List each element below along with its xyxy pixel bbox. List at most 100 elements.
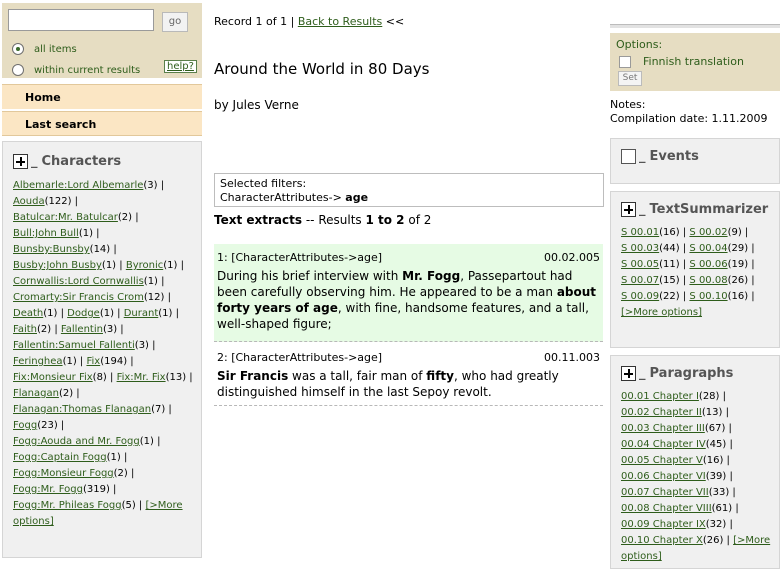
list-item: S 00.09(22) <box>621 291 680 302</box>
list-item-count: (32) <box>705 519 727 530</box>
list-item-count: (61) <box>711 503 733 514</box>
list-item-link[interactable]: Bull:John Bull <box>13 228 79 239</box>
radio-all-items[interactable]: all items <box>12 43 77 55</box>
events-header[interactable]: _ Events <box>621 147 779 165</box>
list-item-link[interactable]: S 00.02 <box>689 227 727 238</box>
list-item-link[interactable]: Fix <box>86 356 100 367</box>
list-item-link[interactable]: S 00.03 <box>621 243 659 254</box>
list-item-count: (2) <box>117 212 133 223</box>
radio-within-results-control[interactable] <box>12 64 24 76</box>
help-link[interactable]: help? <box>164 60 197 73</box>
extract-tag: 1: [CharacterAttributes->age] <box>217 251 383 264</box>
extract-body: During his brief interview with Mr. Fogg… <box>217 268 600 332</box>
results-total: of 2 <box>408 213 432 227</box>
list-item-count: (319) <box>82 484 110 495</box>
list-item: 00.10 Chapter X(26) <box>621 535 723 546</box>
list-item-link[interactable]: 00.09 Chapter IX <box>621 519 706 530</box>
list-item-link[interactable]: S 00.05 <box>621 259 659 270</box>
expand-plus-icon[interactable] <box>621 365 636 381</box>
go-button[interactable]: go <box>162 12 188 32</box>
list-item-link[interactable]: S 00.04 <box>689 243 727 254</box>
list-item-link[interactable]: S 00.01 <box>621 227 659 238</box>
list-item-link[interactable]: Fogg:Mr. Phileas Fogg <box>13 500 122 511</box>
list-item-link[interactable]: Batulcar:Mr. Batulcar <box>13 212 118 223</box>
list-item-link[interactable]: Fix:Monsieur Fix <box>13 372 93 383</box>
text-extract: 2: [CharacterAttributes->age] 00.11.003 … <box>214 344 603 406</box>
list-item-link[interactable]: Fogg:Mr. Fogg <box>13 484 83 495</box>
list-item-link[interactable]: 00.03 Chapter III <box>621 423 705 434</box>
list-item-link[interactable]: Cromarty:Sir Francis Crom <box>13 292 144 303</box>
paragraphs-header[interactable]: _ Paragraphs <box>621 364 779 382</box>
characters-header[interactable]: _ Characters <box>13 152 201 170</box>
extract-meta: 1: [CharacterAttributes->age] 00.02.005 <box>217 250 600 266</box>
list-item: 00.04 Chapter IV(45) <box>621 439 726 450</box>
list-item: Fogg:Aouda and Mr. Fogg(1) <box>13 436 154 447</box>
list-item-link[interactable]: Flanagan:Thomas Flanagan <box>13 404 151 415</box>
list-item-link[interactable]: Death <box>13 308 43 319</box>
list-item-link[interactable]: S 00.08 <box>689 275 727 286</box>
nav-last-search[interactable]: Last search <box>2 111 202 136</box>
list-item-link[interactable]: 00.08 Chapter VIII <box>621 503 712 514</box>
expand-plus-icon[interactable] <box>13 153 28 169</box>
list-item: Bunsby:Bunsby(14) <box>13 244 110 255</box>
list-item-count: (1) <box>139 436 154 447</box>
list-item-link[interactable]: Fallentin:Samuel Fallenti <box>13 340 135 351</box>
list-item-link[interactable]: 00.04 Chapter IV <box>621 439 706 450</box>
results-sep: -- Results <box>305 213 362 227</box>
list-item-link[interactable]: 00.01 Chapter I <box>621 391 699 402</box>
list-item-link[interactable]: Durant <box>124 308 159 319</box>
list-item-link[interactable]: Flanagan <box>13 388 59 399</box>
list-item-link[interactable]: Fogg:Captain Fogg <box>13 452 107 463</box>
nav-home[interactable]: Home <box>2 84 202 109</box>
list-item-link[interactable]: Fogg:Aouda and Mr. Fogg <box>13 436 140 447</box>
list-item-link[interactable]: Bunsby:Bunsby <box>13 244 90 255</box>
list-item-link[interactable]: Fogg:Monsieur Fogg <box>13 468 114 479</box>
search-input[interactable] <box>8 9 154 31</box>
list-item-link[interactable]: 00.07 Chapter VII <box>621 487 709 498</box>
finnish-translation-option[interactable]: Finnish translation <box>616 55 774 68</box>
list-item-link[interactable]: Aouda <box>13 196 45 207</box>
list-item-count: (67) <box>704 423 726 434</box>
list-item-link[interactable]: Albemarle:Lord Albemarle <box>13 180 143 191</box>
list-item-link[interactable]: Fogg <box>13 420 37 431</box>
expand-plus-icon[interactable] <box>621 201 636 217</box>
finnish-translation-checkbox[interactable] <box>619 55 631 68</box>
list-item-link[interactable]: Feringhea <box>13 356 63 367</box>
list-item-link[interactable]: Faith <box>13 324 37 335</box>
set-button[interactable]: Set <box>618 71 642 86</box>
selected-filter-item[interactable]: CharacterAttributes-> age <box>220 191 598 205</box>
list-item-link[interactable]: 00.02 Chapter II <box>621 407 702 418</box>
list-item: Batulcar:Mr. Batulcar(2) <box>13 212 132 223</box>
list-item: 00.01 Chapter I(28) <box>621 391 719 402</box>
list-item-link[interactable]: 00.10 Chapter X <box>621 535 703 546</box>
collapse-box-icon[interactable] <box>621 148 636 164</box>
list-item: Dodge(1) <box>67 308 114 319</box>
radio-within-results[interactable]: within current results <box>12 64 140 76</box>
list-item-count: (2) <box>58 388 74 399</box>
list-item-link[interactable]: S 00.07 <box>621 275 659 286</box>
list-item-count: (16) <box>727 291 749 302</box>
more-options-link[interactable]: [>More options] <box>621 307 702 318</box>
list-item-link[interactable]: S 00.10 <box>689 291 727 302</box>
radio-all-items-control[interactable] <box>12 43 24 55</box>
list-item: Durant(1) <box>124 308 173 319</box>
list-item: S 00.10(16) <box>689 291 748 302</box>
textsummarizer-header[interactable]: _ TextSummarizer <box>621 200 779 218</box>
list-item-link[interactable]: Busby:John Busby <box>13 260 102 271</box>
back-to-results-link[interactable]: Back to Results <box>298 15 382 28</box>
list-item-link[interactable]: S 00.09 <box>621 291 659 302</box>
list-item: S 00.05(11) <box>621 259 680 270</box>
list-item-link[interactable]: Dodge <box>67 308 100 319</box>
list-item-link[interactable]: S 00.06 <box>689 259 727 270</box>
list-item-link[interactable]: Fix:Mr. Fix <box>117 372 166 383</box>
list-item: 00.02 Chapter II(13) <box>621 407 722 418</box>
search-box: go all items within current results help… <box>2 3 202 78</box>
paragraphs-title: Paragraphs <box>649 365 734 381</box>
list-item-count: (3) <box>134 340 149 351</box>
list-item-link[interactable]: Byronic <box>126 260 163 271</box>
list-item: S 00.02(9) <box>689 227 741 238</box>
list-item-link[interactable]: 00.05 Chapter V <box>621 455 703 466</box>
list-item-link[interactable]: Fallentin <box>61 324 103 335</box>
list-item-link[interactable]: 00.06 Chapter VI <box>621 471 706 482</box>
list-item-link[interactable]: Cornwallis:Lord Cornwallis <box>13 276 144 287</box>
